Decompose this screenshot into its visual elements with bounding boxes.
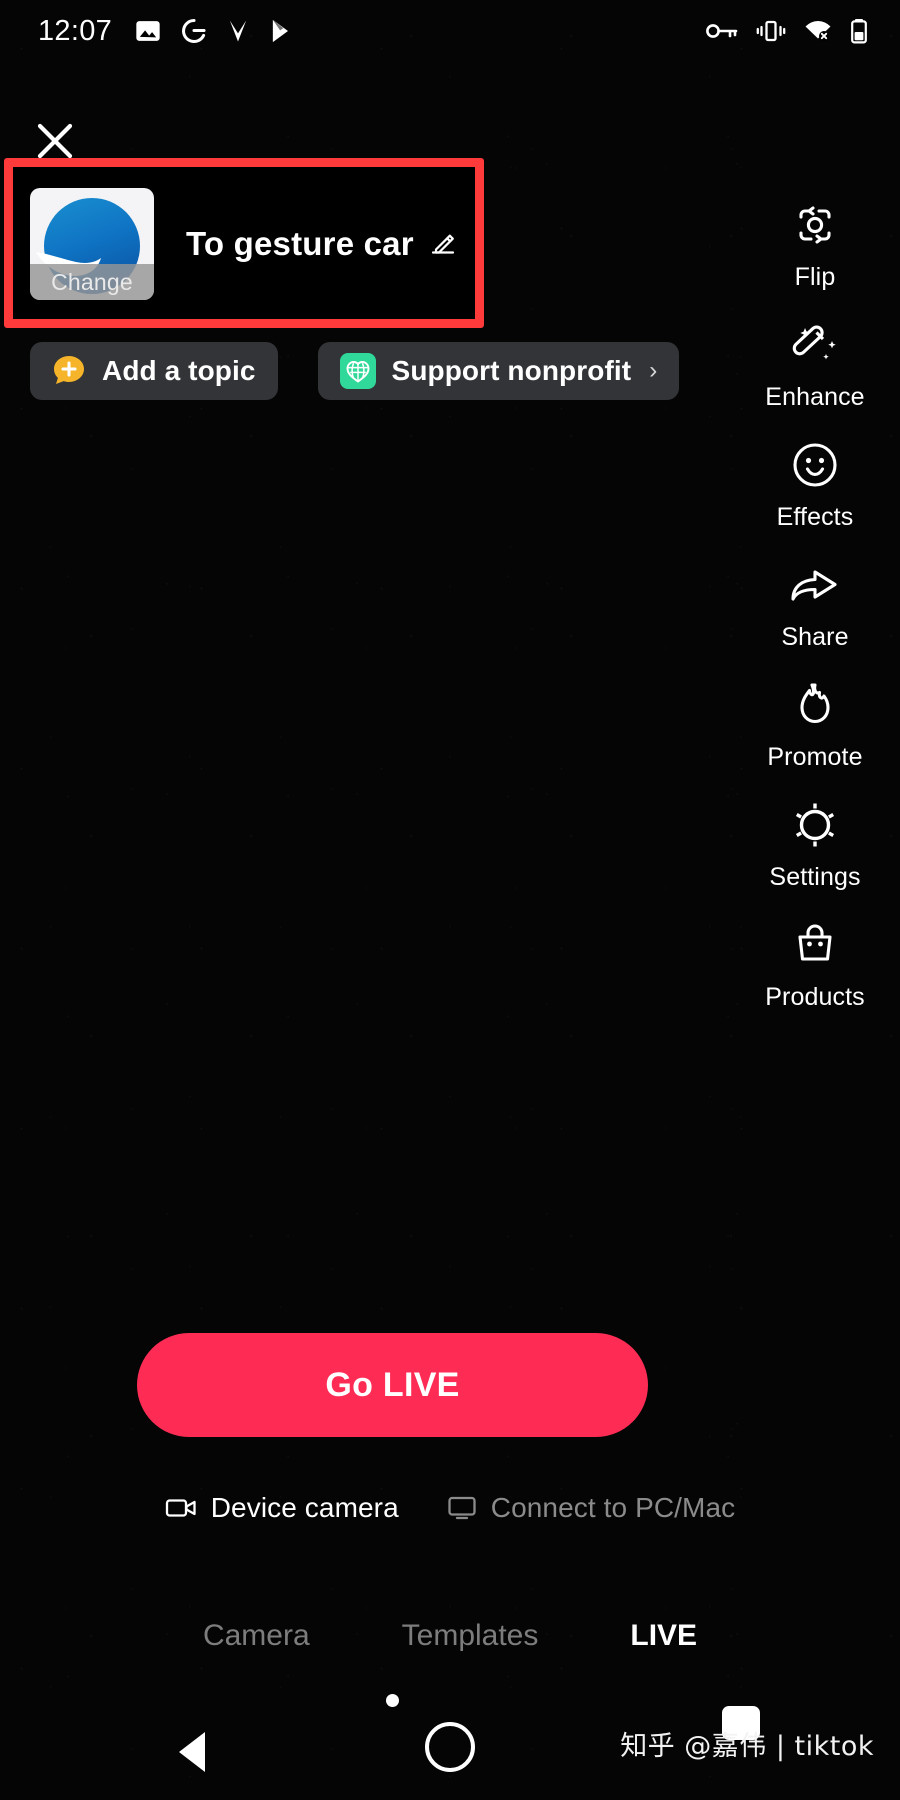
status-system-icons [705, 18, 868, 44]
vibrate-icon [756, 20, 786, 42]
mode-tab-bar: Camera Templates LIVE [0, 1598, 900, 1674]
rail-label-promote: Promote [767, 743, 863, 771]
v-app-icon [229, 20, 247, 42]
meta-pill-row: Add a topic Support nonprofit › [30, 342, 680, 400]
rail-label-flip: Flip [794, 263, 836, 291]
add-topic-bubble-icon [54, 356, 84, 384]
magic-wand-enhance-icon [788, 316, 842, 374]
rail-item-share[interactable]: Share [730, 556, 900, 676]
tab-templates[interactable]: Templates [356, 1619, 585, 1653]
add-topic-label: Add a topic [102, 355, 256, 386]
stream-source-row: Device camera Connect to PC/Mac [0, 1492, 900, 1524]
rail-item-effects[interactable]: Effects [730, 436, 900, 556]
nav-home-button[interactable] [425, 1722, 475, 1772]
shopping-bag-products-icon [788, 916, 842, 974]
share-arrow-icon [787, 556, 843, 614]
tab-camera[interactable]: Camera [157, 1619, 356, 1653]
google-icon [182, 18, 206, 43]
photos-icon [136, 21, 160, 41]
live-tools-rail: Flip Enhance Effects Share Promote Setti… [730, 196, 900, 1036]
live-title-row[interactable]: To gesture car [186, 225, 458, 263]
rail-item-settings[interactable]: Settings [730, 796, 900, 916]
rail-item-products[interactable]: Products [730, 916, 900, 1036]
rail-item-flip[interactable]: Flip [730, 196, 900, 316]
go-live-button[interactable]: Go LIVE [137, 1333, 648, 1437]
source-device-camera-label: Device camera [210, 1492, 399, 1523]
support-nonprofit-label: Support nonprofit [391, 355, 632, 386]
change-cover-overlay[interactable]: Change [30, 264, 154, 300]
wifi-off-icon [805, 21, 831, 41]
vpn-key-icon [706, 24, 738, 38]
rail-item-promote[interactable]: Promote [730, 676, 900, 796]
nonprofit-globe-heart-icon [339, 353, 376, 389]
rail-label-effects: Effects [776, 503, 854, 531]
support-nonprofit-pill[interactable]: Support nonprofit › [317, 342, 680, 400]
nav-back-button[interactable] [173, 1728, 217, 1781]
rail-label-settings: Settings [769, 863, 861, 891]
change-cover-label: Change [51, 268, 133, 295]
smiley-effects-icon [788, 436, 842, 494]
rail-label-products: Products [765, 983, 865, 1011]
gear-settings-icon [788, 796, 842, 854]
source-device-camera[interactable]: Device camera [165, 1492, 399, 1524]
pencil-edit-icon[interactable] [428, 229, 458, 259]
rail-label-enhance: Enhance [765, 383, 865, 411]
add-topic-pill[interactable]: Add a topic [30, 342, 278, 400]
status-notification-icons [134, 17, 294, 45]
camera-flip-icon [788, 196, 842, 254]
chevron-right-icon: › [649, 357, 658, 384]
flame-promote-icon [788, 676, 842, 734]
go-live-label: Go LIVE [325, 1365, 460, 1404]
close-icon [37, 123, 73, 159]
status-bar: 12:07 [0, 0, 900, 62]
play-store-icon [272, 19, 289, 43]
monitor-icon [448, 1496, 476, 1520]
rail-label-share: Share [781, 623, 849, 651]
nav-back-triangle-icon [179, 1732, 205, 1772]
status-clock: 12:07 [38, 14, 113, 47]
video-camera-icon [165, 1499, 196, 1517]
live-cover-thumbnail[interactable]: Change [30, 188, 154, 300]
live-title-card[interactable]: Change To gesture car [30, 188, 460, 300]
battery-icon [851, 19, 867, 44]
source-connect-pc[interactable]: Connect to PC/Mac [447, 1492, 735, 1524]
android-nav-bar [0, 1704, 900, 1800]
rail-item-enhance[interactable]: Enhance [730, 316, 900, 436]
source-connect-pc-label: Connect to PC/Mac [490, 1492, 736, 1523]
tab-live[interactable]: LIVE [584, 1619, 743, 1653]
live-title-text: To gesture car [186, 225, 414, 262]
